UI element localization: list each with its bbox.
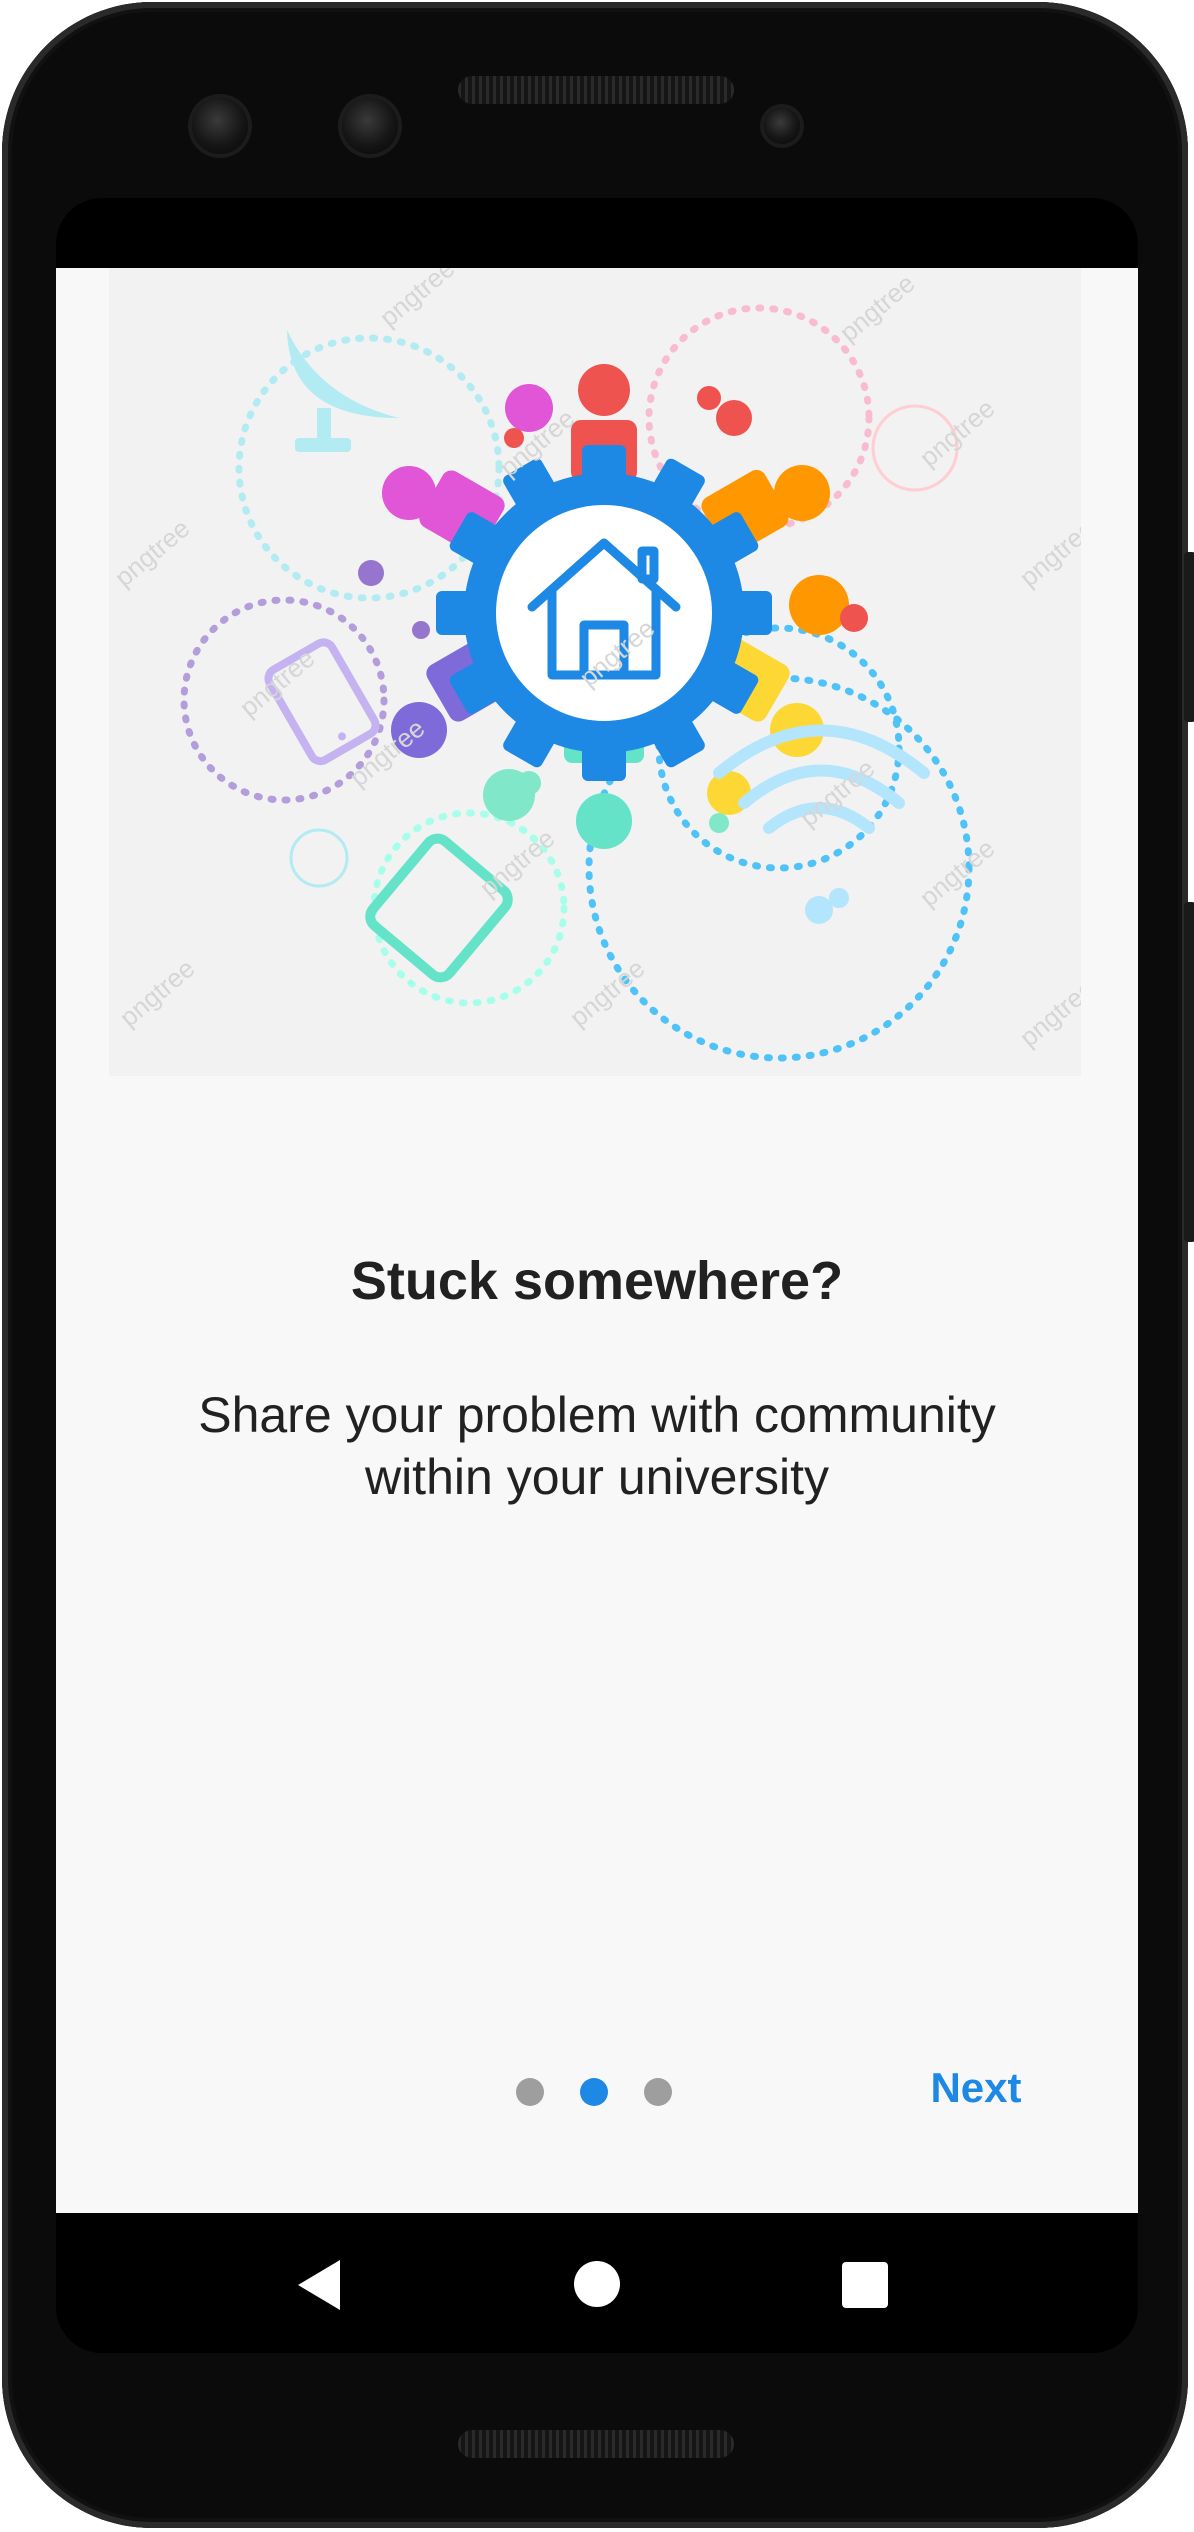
community-gear-house-illustration: pngtree pngtree pngtree pngtree pngtree …	[109, 268, 1081, 1062]
svg-text:pngtree: pngtree	[914, 393, 1001, 473]
svg-text:pngtree: pngtree	[474, 823, 561, 903]
power-button	[1184, 552, 1194, 722]
svg-text:pngtree: pngtree	[234, 643, 321, 723]
hero-illustration: pngtree pngtree pngtree pngtree pngtree …	[109, 268, 1081, 1076]
svg-text:pngtree: pngtree	[374, 268, 461, 333]
proximity-sensor	[764, 108, 800, 144]
onboarding-screen: pngtree pngtree pngtree pngtree pngtree …	[56, 268, 1138, 2213]
phone-frame: pngtree pngtree pngtree pngtree pngtree …	[2, 2, 1194, 2528]
volume-button	[1184, 902, 1194, 1242]
front-camera-left	[192, 98, 248, 154]
page-dot-2-active[interactable]	[580, 2078, 608, 2106]
next-button[interactable]: Next	[876, 2064, 1076, 2120]
page-dot-1[interactable]	[516, 2078, 544, 2106]
page-indicator	[516, 2078, 672, 2108]
system-navigation-bar	[56, 2213, 1138, 2353]
svg-text:pngtree: pngtree	[914, 833, 1001, 913]
onboarding-title: Stuck somewhere?	[350, 1251, 844, 1311]
svg-text:pngtree: pngtree	[834, 268, 921, 348]
page-dot-3[interactable]	[644, 2078, 672, 2106]
svg-text:pngtree: pngtree	[1014, 973, 1081, 1053]
svg-text:pngtree: pngtree	[109, 513, 195, 593]
front-camera-right	[342, 98, 398, 154]
svg-text:pngtree: pngtree	[1014, 513, 1081, 593]
onboarding-subtitle: Share your problem with community within…	[198, 1387, 996, 1505]
earpiece-speaker	[458, 76, 734, 104]
square-recents-icon[interactable]	[842, 2262, 888, 2308]
screen: pngtree pngtree pngtree pngtree pngtree …	[56, 198, 1138, 2353]
svg-text:pngtree: pngtree	[114, 953, 201, 1033]
triangle-back-icon[interactable]	[296, 2258, 342, 2312]
circle-home-icon[interactable]	[574, 2261, 620, 2307]
bottom-speaker	[458, 2430, 734, 2458]
